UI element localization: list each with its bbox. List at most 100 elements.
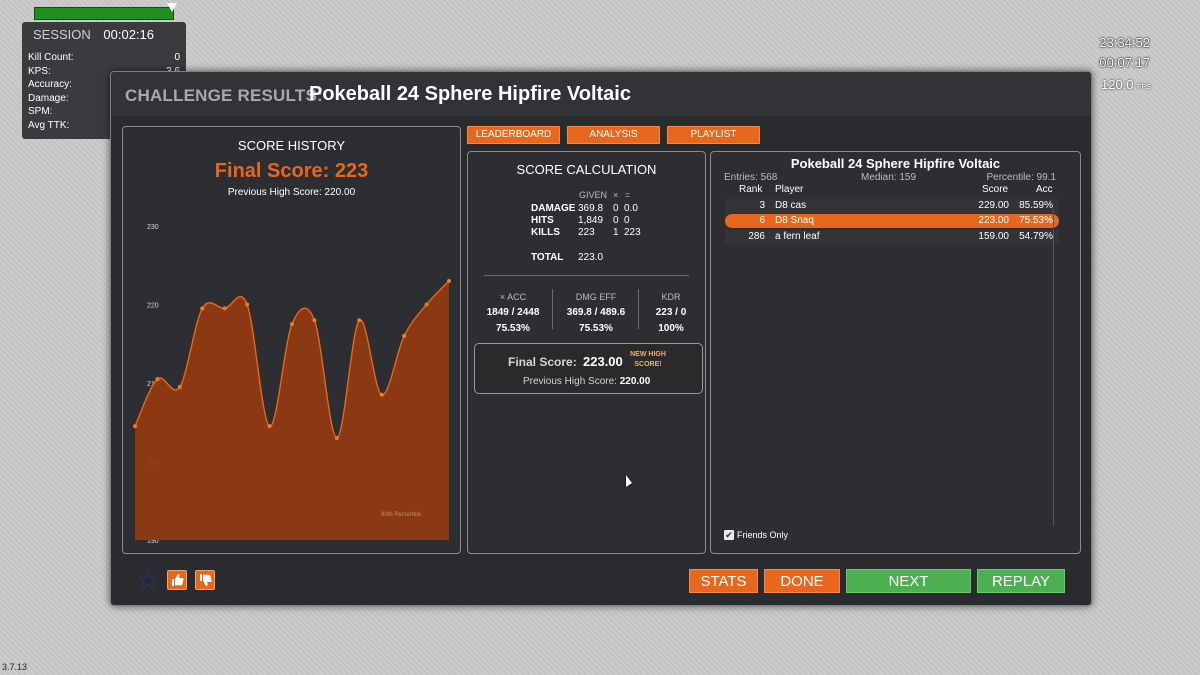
total-value: 223.0: [578, 252, 604, 263]
favorite-star-icon[interactable]: ★: [137, 569, 159, 593]
score-point[interactable]: [334, 435, 339, 440]
mouse-cursor-icon: [626, 475, 632, 487]
replay-button[interactable]: REPLAY: [977, 569, 1065, 593]
row-rank: 3: [759, 200, 765, 211]
score-point[interactable]: [290, 322, 294, 327]
row-rank: 6: [759, 215, 765, 226]
final-score-label: Final Score:: [508, 355, 577, 369]
score-calculation-panel: SCORE CALCULATION GIVEN × = DAMAGE 369.8…: [467, 151, 706, 554]
row-label: KILLS: [531, 227, 560, 238]
row-acc: 75.53%: [1019, 215, 1053, 226]
header-given: GIVEN: [579, 190, 608, 200]
row-player: D8 Snaq: [775, 215, 814, 226]
leaderboard-title: Pokeball 24 Sphere Hipfire Voltaic: [790, 156, 1001, 171]
challenge-results-dialog: CHALLENGE RESULTS: Pokeball 24 Sphere Hi…: [110, 71, 1092, 606]
final-score-value: 223.00: [583, 354, 623, 369]
row-given: 1,849: [578, 215, 604, 226]
session-stat-label: SPM:: [28, 106, 53, 118]
row-given: 223: [578, 227, 595, 238]
leaderboard-row[interactable]: 3 D8 cas 229.00 85.59%: [725, 199, 1059, 213]
metric-fraction: 1849 / 2448: [486, 307, 540, 318]
score-point[interactable]: [133, 424, 137, 429]
leaderboard-row-current-player[interactable]: 6 D8 Snaq 223.00 75.53%: [725, 214, 1059, 228]
header-multiply: ×: [613, 190, 619, 200]
session-progress-marker-icon: [167, 3, 177, 12]
dialog-header: CHALLENGE RESULTS: Pokeball 24 Sphere Hi…: [111, 72, 1091, 116]
divider: [484, 275, 689, 276]
metric-header: DMG EFF: [575, 292, 617, 302]
version-label: 3.7.13: [2, 662, 28, 672]
done-button[interactable]: DONE: [764, 569, 840, 593]
score-point[interactable]: [200, 306, 205, 311]
column-score[interactable]: Score: [982, 184, 1008, 195]
thumbs-up-icon[interactable]: [167, 570, 187, 590]
row-result: 0.0: [624, 203, 638, 214]
score-calculation-title: SCORE CALCULATION: [516, 162, 657, 177]
leaderboard-panel: Pokeball 24 Sphere Hipfire Voltaic Entri…: [710, 151, 1081, 554]
column-rank[interactable]: Rank: [739, 184, 762, 195]
score-point[interactable]: [447, 278, 451, 283]
total-label: TOTAL: [531, 252, 564, 263]
session-stat-label: Accuracy:: [28, 79, 72, 91]
fps-unit: FPS: [1137, 84, 1151, 91]
thumbs-down-icon[interactable]: [195, 570, 215, 590]
stats-button[interactable]: STATS: [689, 569, 758, 593]
score-point[interactable]: [177, 384, 182, 389]
previous-high-score-line: Previous High Score: 220.00: [523, 376, 650, 387]
checkbox-checked-icon[interactable]: ✔: [724, 530, 734, 540]
score-point[interactable]: [424, 302, 429, 307]
row-mult: 0: [613, 203, 619, 214]
score-point[interactable]: [245, 302, 250, 307]
score-point[interactable]: [379, 392, 384, 397]
y-tick-label: 230: [147, 224, 159, 231]
score-point[interactable]: [312, 318, 317, 323]
score-point[interactable]: [222, 306, 227, 311]
session-stat-label: Damage:: [28, 92, 69, 104]
percentile-line-label: 90th Percentile: [381, 512, 422, 518]
clock-time: 23:34:52: [1099, 35, 1150, 50]
friends-only-toggle[interactable]: ✔ Friends Only: [724, 530, 788, 540]
session-stat-label: Kill Count:: [28, 52, 74, 63]
score-point[interactable]: [357, 318, 362, 323]
metric-percent: 100%: [658, 323, 684, 334]
score-point[interactable]: [267, 424, 272, 429]
session-stat-label: Avg TTK:: [28, 119, 70, 131]
score-point[interactable]: [155, 377, 160, 382]
header-equals: =: [625, 190, 631, 200]
metric-header: KDR: [661, 292, 681, 302]
row-score: 229.00: [978, 200, 1009, 211]
session-stat-row: Kill Count: 0: [28, 51, 180, 65]
fps-counter: 120.0 FPS: [1101, 77, 1151, 92]
leaderboard-row[interactable]: 286 a fern leaf 159.00 54.79%: [725, 230, 1059, 244]
tab-analysis[interactable]: ANALYSIS: [567, 126, 660, 144]
row-result: 223: [624, 227, 641, 238]
session-stat-label: KPS:: [28, 65, 51, 77]
row-given: 369.8: [578, 203, 604, 214]
row-player: D8 cas: [775, 200, 807, 211]
row-mult: 0: [613, 215, 619, 226]
dialog-title-label: CHALLENGE RESULTS:: [125, 86, 323, 105]
session-label: SESSION: [33, 27, 91, 42]
metric-header: × ACC: [499, 292, 527, 302]
tab-playlist[interactable]: PLAYLIST: [667, 126, 760, 144]
session-time: 00:02:16: [103, 27, 154, 42]
column-acc[interactable]: Acc: [1036, 184, 1053, 195]
y-tick-label: 220: [147, 303, 159, 310]
row-score: 159.00: [978, 231, 1009, 242]
leaderboard-entries: Entries: 568: [724, 172, 778, 183]
fps-value: 120.0: [1101, 77, 1134, 92]
row-label: HITS: [531, 215, 554, 226]
column-player[interactable]: Player: [775, 184, 803, 195]
clock-elapsed: 00:07:17: [1099, 55, 1150, 70]
row-acc: 54.79%: [1019, 231, 1053, 242]
row-mult: 1: [613, 227, 619, 238]
new-high-score-badge: NEW HIGH SCORE!: [630, 351, 666, 368]
row-result: 0: [624, 215, 630, 226]
next-button[interactable]: NEXT: [846, 569, 971, 593]
leaderboard-scrollbar[interactable]: [1053, 209, 1054, 526]
tab-leaderboard[interactable]: LEADERBOARD: [467, 126, 560, 144]
metric-fraction: 369.8 / 489.6: [566, 307, 626, 318]
score-point[interactable]: [402, 333, 407, 338]
dialog-title: Pokeball 24 Sphere Hipfire Voltaic: [309, 83, 631, 105]
session-stat-value: 0: [174, 52, 180, 63]
